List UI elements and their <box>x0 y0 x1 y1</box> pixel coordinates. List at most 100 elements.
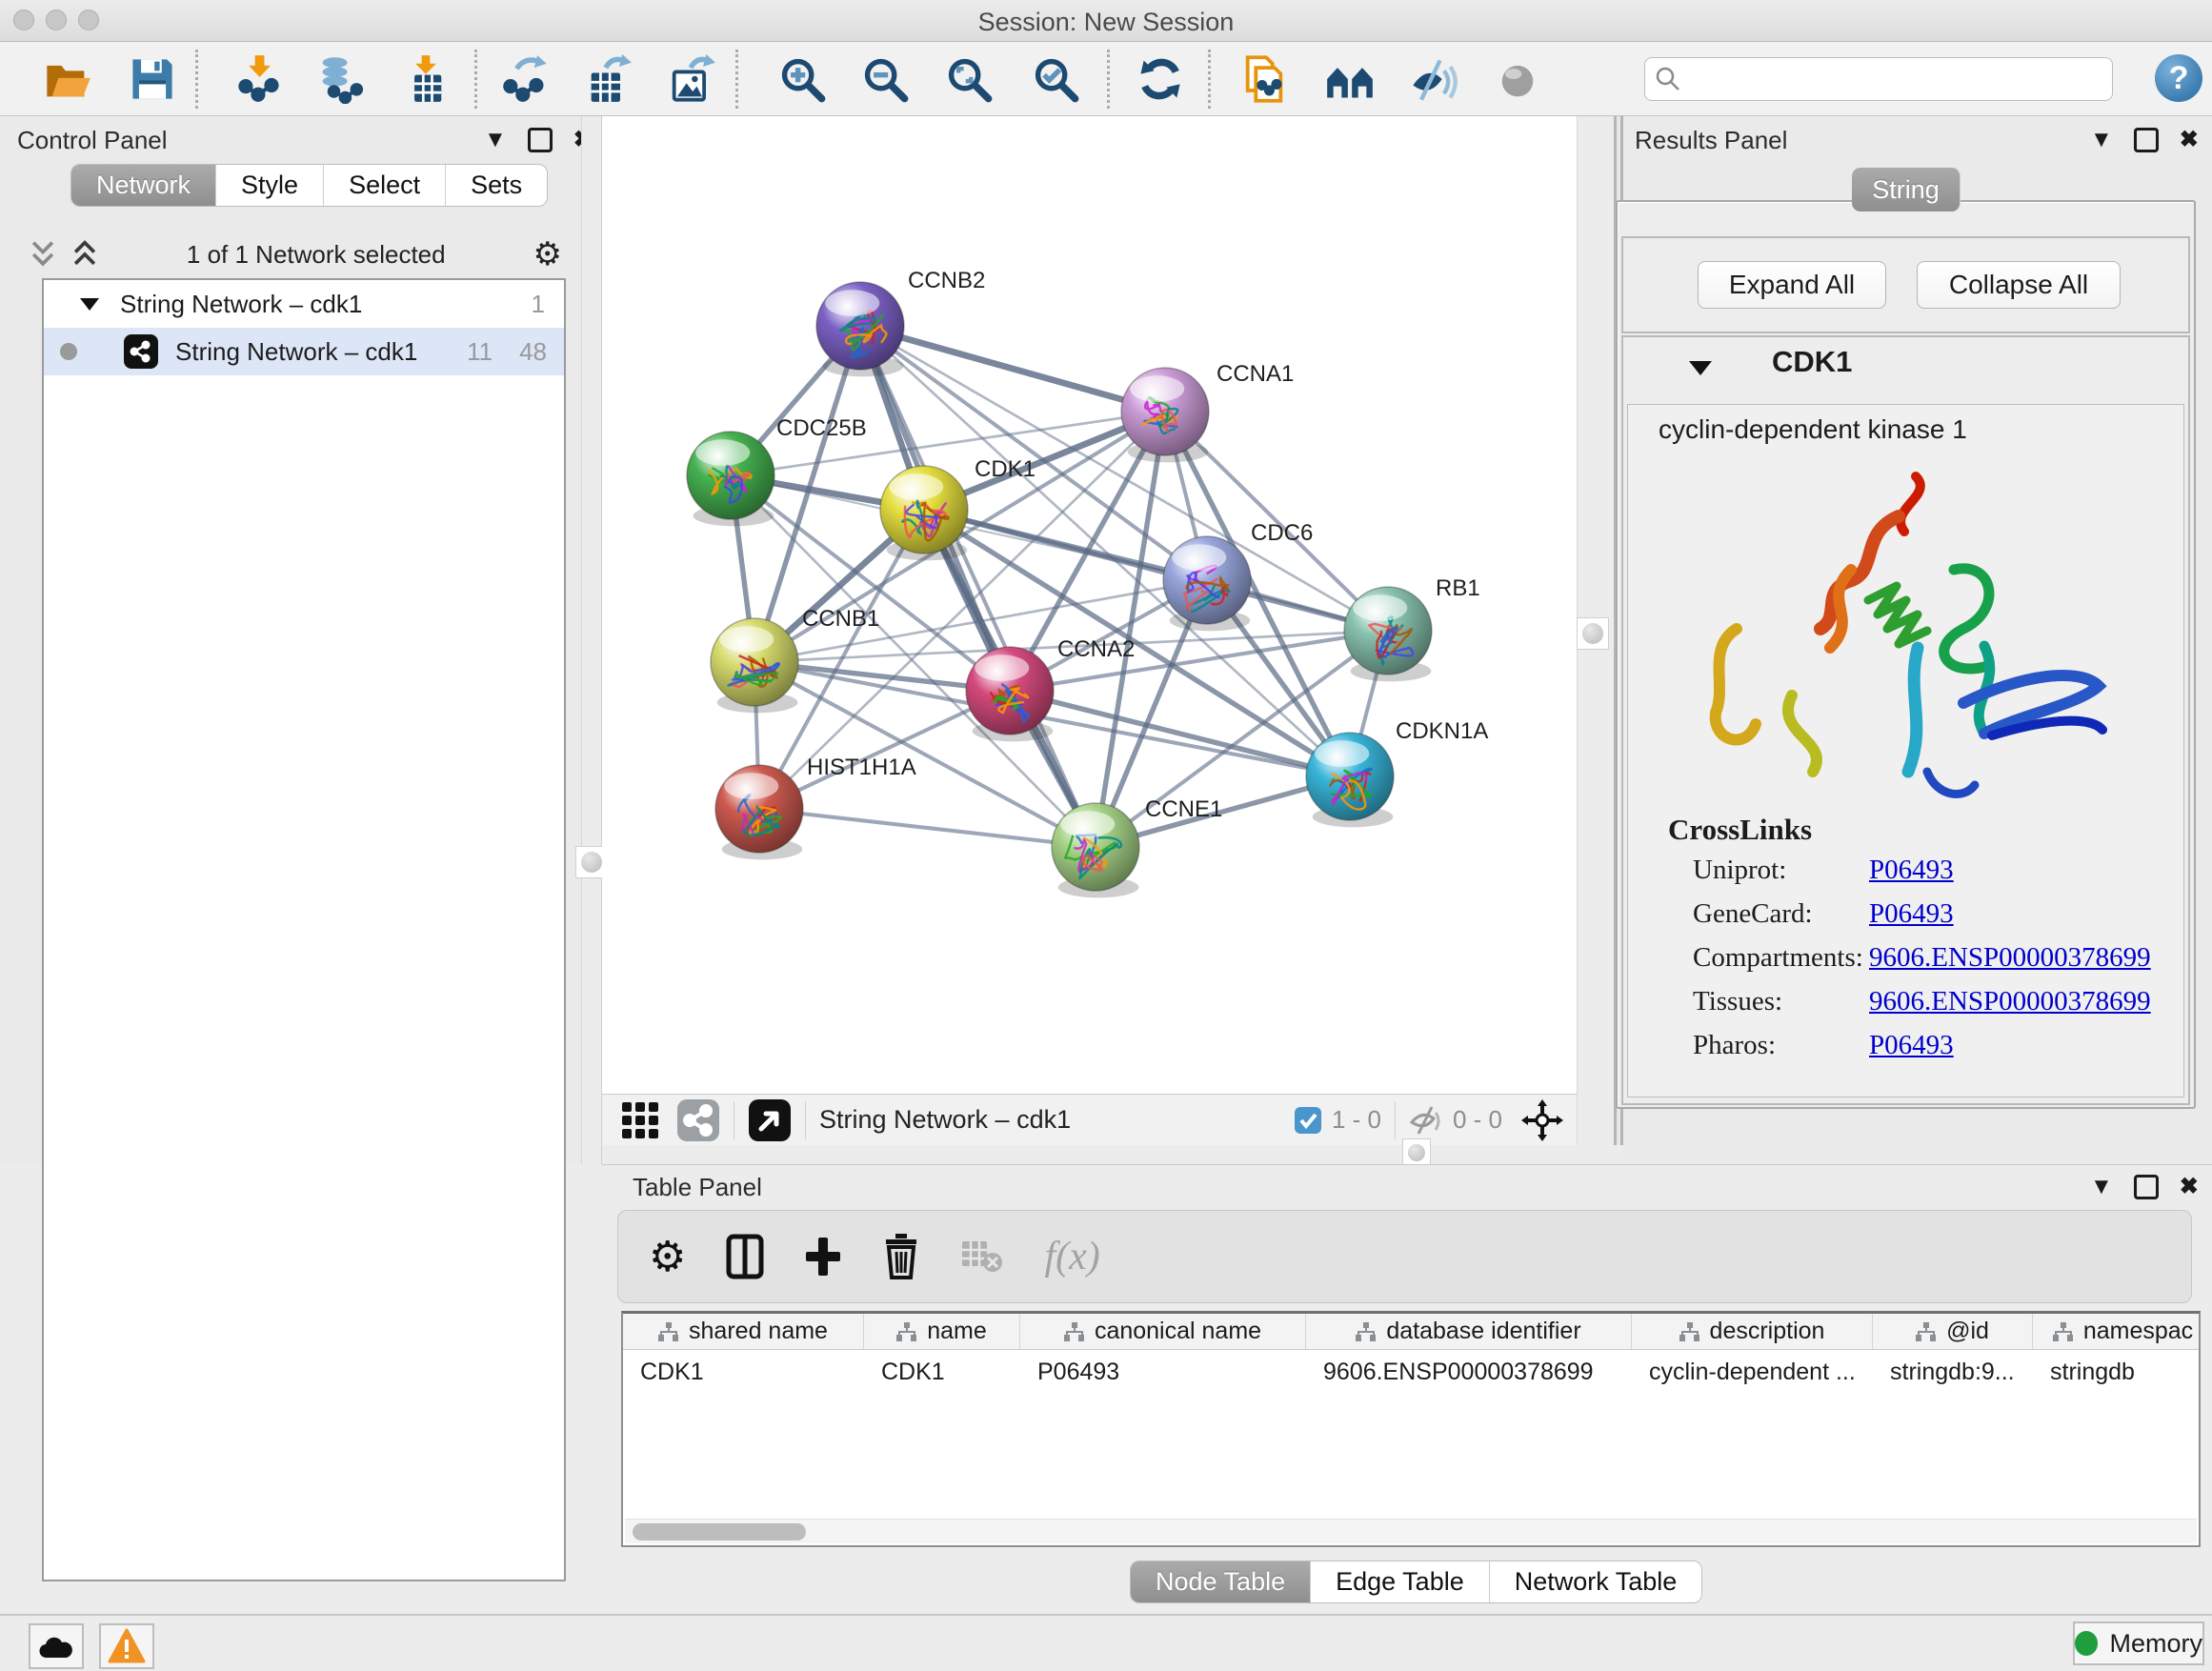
show-all-button[interactable] <box>1492 53 1543 105</box>
crosslink-value-link[interactable]: P06493 <box>1869 1030 1954 1060</box>
open-session-button[interactable] <box>42 53 93 105</box>
help-button[interactable]: ? <box>2155 54 2202 102</box>
birds-eye-view-icon[interactable] <box>748 1098 792 1142</box>
panel-float-icon[interactable] <box>528 128 553 152</box>
network-options-gear-icon[interactable]: ⚙ <box>533 235 562 273</box>
import-network-from-file-button[interactable] <box>233 53 285 105</box>
column-header-shared-name[interactable]: shared name <box>623 1314 864 1349</box>
tab-network[interactable]: Network <box>71 165 216 206</box>
collapse-all-icon[interactable] <box>29 239 57 270</box>
crosslink-value-link[interactable]: 9606.ENSP00000378699 <box>1869 986 2151 1017</box>
network-node-HIST1H1A[interactable] <box>715 765 803 853</box>
first-neighbors-button[interactable] <box>1324 53 1376 105</box>
panel-menu-icon[interactable]: ▼ <box>2090 127 2113 153</box>
panel-float-icon[interactable] <box>2134 1175 2159 1199</box>
network-node-CDC6[interactable] <box>1163 536 1251 624</box>
column-header-@id[interactable]: @id <box>1873 1314 2033 1349</box>
pan-crosshair-icon[interactable] <box>1521 1099 1563 1141</box>
export-table-button[interactable] <box>582 53 633 105</box>
zoom-out-button[interactable] <box>859 53 911 105</box>
expand-all-button[interactable]: Expand All <box>1698 261 1886 309</box>
zoom-in-button[interactable] <box>776 53 828 105</box>
network-row[interactable]: String Network – cdk1 11 48 <box>44 328 564 375</box>
network-list: String Network – cdk1 1 String Network –… <box>42 278 566 1581</box>
import-network-from-database-button[interactable] <box>314 53 366 105</box>
grid-view-icon[interactable] <box>621 1100 661 1140</box>
network-node-CCNE1[interactable] <box>1052 803 1139 891</box>
warning-status-button[interactable] <box>99 1623 154 1669</box>
zoom-selected-button[interactable] <box>1030 53 1081 105</box>
collapse-all-button[interactable]: Collapse All <box>1917 261 2121 309</box>
column-header-database-identifier[interactable]: database identifier <box>1306 1314 1632 1349</box>
network-node-CCNB1[interactable] <box>711 618 798 706</box>
zoom-selected-icon <box>1031 54 1080 104</box>
function-builder-button-disabled: f(x) <box>1044 1234 1099 1279</box>
network-graph[interactable]: CCNB2CCNA1CDC25BCDK1CDC6RB1CCNB1CCNA2CDK… <box>602 116 1577 1094</box>
save-session-button[interactable] <box>127 53 178 105</box>
network-node-CCNA2[interactable] <box>966 647 1054 735</box>
cloud-status-button[interactable] <box>29 1623 84 1669</box>
panel-close-icon[interactable]: ✖ <box>2180 1173 2199 1200</box>
column-header-description[interactable]: description <box>1632 1314 1873 1349</box>
zoom-fit-content-button[interactable] <box>943 53 995 105</box>
scrollbar-thumb[interactable] <box>633 1523 806 1540</box>
control-panel: Control Panel ▼ ✖ NetworkStyleSelectSets… <box>0 116 581 1164</box>
tree-expand-icon[interactable] <box>80 296 99 312</box>
tab-network-table[interactable]: Network Table <box>1490 1561 1702 1602</box>
tab-edge-table[interactable]: Edge Table <box>1311 1561 1490 1602</box>
show-columns-icon[interactable] <box>726 1234 764 1279</box>
delete-column-trash-icon[interactable] <box>882 1234 920 1279</box>
tab-node-table[interactable]: Node Table <box>1131 1561 1311 1602</box>
crosslink-value-link[interactable]: P06493 <box>1869 855 1954 885</box>
network-node-CDKN1A[interactable] <box>1306 733 1394 820</box>
clone-network-button[interactable] <box>1238 53 1290 105</box>
column-header-canonical-name[interactable]: canonical name <box>1020 1314 1306 1349</box>
network-node-CCNA1[interactable] <box>1121 368 1209 455</box>
search-input[interactable] <box>1689 66 2102 92</box>
tab-string[interactable]: String <box>1852 168 1961 211</box>
expand-all-icon[interactable] <box>70 239 99 270</box>
network-node-CDC25B[interactable] <box>687 432 774 519</box>
column-header-name[interactable]: name <box>864 1314 1020 1349</box>
network-collection-row[interactable]: String Network – cdk1 1 <box>44 280 564 328</box>
export-image-button[interactable] <box>665 53 716 105</box>
table-cell: 9606.ENSP00000378699 <box>1306 1350 1632 1394</box>
network-node-CDK1[interactable] <box>880 466 968 554</box>
table-split-grip[interactable] <box>1402 1138 1431 1167</box>
import-table-from-file-button[interactable] <box>400 53 452 105</box>
table-horizontal-scrollbar[interactable] <box>625 1519 2197 1543</box>
panel-menu-icon[interactable]: ▼ <box>2090 1174 2113 1200</box>
panel-close-icon[interactable]: ✖ <box>2180 126 2199 153</box>
table-settings-gear-icon[interactable]: ⚙ <box>649 1233 686 1281</box>
right-split-grip[interactable] <box>1577 617 1609 650</box>
panel-float-icon[interactable] <box>2134 128 2159 152</box>
hide-selected-button[interactable] <box>1408 53 1459 105</box>
network-node-CCNB2[interactable] <box>816 282 904 370</box>
column-header-namespac[interactable]: namespac <box>2033 1314 2201 1349</box>
table-row[interactable]: CDK1CDK1P064939606.ENSP00000378699cyclin… <box>623 1350 2199 1394</box>
node-label-HIST1H1A: HIST1H1A <box>807 755 916 780</box>
export-network-button[interactable] <box>499 53 551 105</box>
table-cell: stringdb <box>2033 1350 2201 1394</box>
panel-menu-icon[interactable]: ▼ <box>484 127 507 153</box>
network-share-view-icon[interactable] <box>676 1098 720 1142</box>
tab-style[interactable]: Style <box>216 165 324 206</box>
hidden-eye-slash-icon[interactable] <box>1409 1105 1445 1136</box>
crosslink-value-link[interactable]: 9606.ENSP00000378699 <box>1869 942 2151 973</box>
network-edge[interactable] <box>759 809 1096 847</box>
tab-sets[interactable]: Sets <box>446 165 547 206</box>
add-column-icon[interactable] <box>804 1236 842 1278</box>
node-label-CDC25B: CDC25B <box>776 415 867 441</box>
network-canvas[interactable]: CCNB2CCNA1CDC25BCDK1CDC6RB1CCNB1CCNA2CDK… <box>602 116 1577 1094</box>
houses-icon <box>1325 54 1375 104</box>
selected-checkbox-icon[interactable] <box>1294 1106 1322 1135</box>
memory-status-button[interactable]: Memory <box>2073 1621 2204 1665</box>
tab-select[interactable]: Select <box>324 165 446 206</box>
refresh-network-view-button[interactable] <box>1135 53 1186 105</box>
memory-status-dot-icon <box>2075 1631 2098 1656</box>
left-split-divider[interactable] <box>581 116 602 1164</box>
network-node-RB1[interactable] <box>1344 587 1432 674</box>
crosslink-value-link[interactable]: P06493 <box>1869 898 1954 929</box>
network-selection-bar: 1 of 1 Network selected ⚙ <box>29 234 562 274</box>
entry-collapse-icon[interactable] <box>1688 358 1713 377</box>
